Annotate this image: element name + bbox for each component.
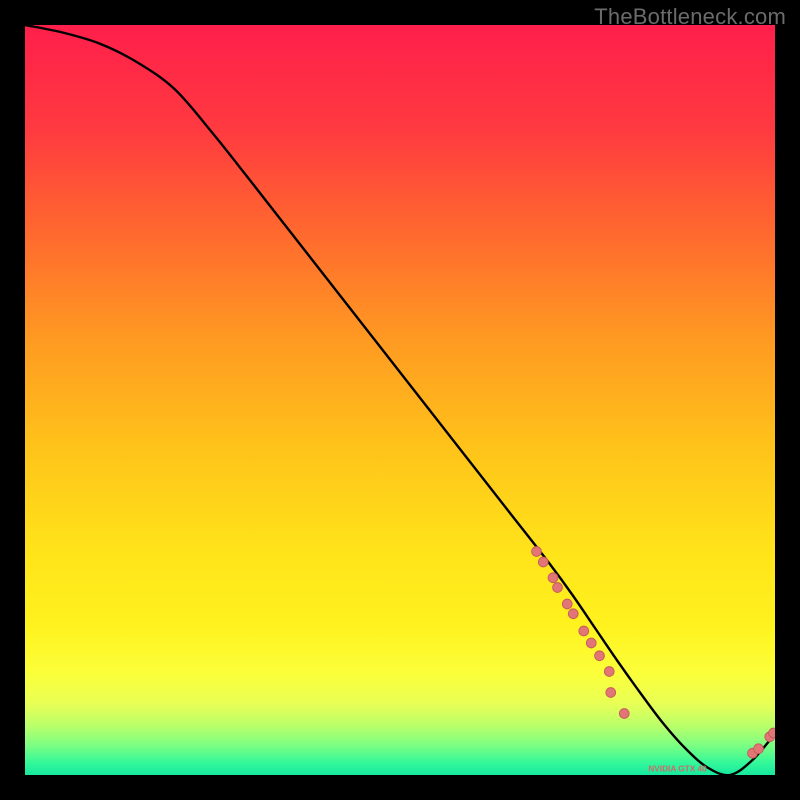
chart-canvas: TheBottleneck.com NVIDIA GTX 40 bbox=[0, 0, 800, 800]
highlight-dot bbox=[532, 547, 542, 557]
flat-line-label: NVIDIA GTX 40 bbox=[648, 764, 707, 773]
highlight-dot bbox=[619, 709, 629, 719]
highlight-dot bbox=[595, 651, 605, 661]
watermark-text: TheBottleneck.com bbox=[594, 4, 786, 30]
highlight-dot bbox=[548, 573, 558, 583]
highlight-dot bbox=[754, 744, 764, 754]
highlight-dot bbox=[553, 583, 563, 593]
highlight-dot bbox=[769, 728, 775, 738]
highlight-dot bbox=[579, 626, 589, 636]
bottleneck-curve bbox=[25, 25, 775, 775]
highlight-dot bbox=[604, 667, 614, 677]
highlight-dot bbox=[606, 688, 616, 698]
highlight-dot bbox=[562, 599, 572, 609]
highlight-dot bbox=[538, 557, 548, 567]
highlight-dots bbox=[532, 547, 775, 759]
highlight-dot bbox=[568, 609, 578, 619]
plot-area: NVIDIA GTX 40 bbox=[25, 25, 775, 775]
highlight-dot bbox=[586, 638, 596, 648]
chart-lines: NVIDIA GTX 40 bbox=[25, 25, 775, 775]
